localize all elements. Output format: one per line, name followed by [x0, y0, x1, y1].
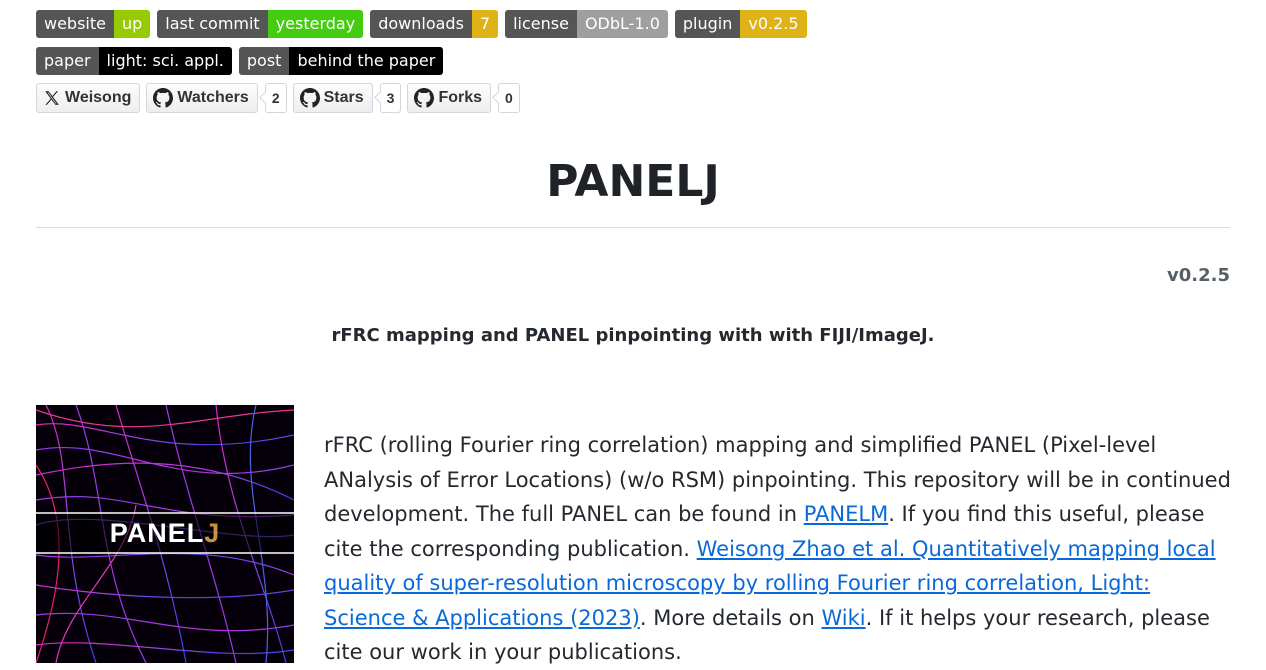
forks-button[interactable]: Forks — [407, 83, 492, 113]
page-title: PANELJ — [546, 156, 720, 207]
badge-label: website — [36, 10, 114, 38]
page-subtitle: rFRC mapping and PANEL pinpointing with … — [331, 325, 935, 346]
badge-label: last commit — [157, 10, 268, 38]
forks-widget: Forks 0 — [407, 83, 520, 113]
github-icon — [153, 88, 174, 108]
twitter-label: Weisong — [65, 89, 132, 106]
badge-last-commit[interactable]: last commit yesterday — [157, 10, 364, 38]
badge-row-status: website up last commit yesterday downloa… — [36, 10, 814, 38]
twitter-follow-button[interactable]: Weisong — [36, 83, 141, 113]
badge-label: plugin — [674, 10, 741, 38]
badge-post[interactable]: post behind the paper — [238, 47, 444, 75]
stars-widget: Stars 3 — [292, 83, 402, 113]
watchers-label: Watchers — [177, 89, 249, 106]
watchers-button[interactable]: Watchers — [146, 83, 258, 113]
stars-label: Stars — [323, 89, 364, 106]
twitter-follow: Weisong — [36, 83, 141, 113]
panelj-logo: PANEL J — [36, 405, 294, 663]
badge-label: license — [505, 10, 577, 38]
badge-value: behind the paper — [289, 47, 444, 75]
badge-value: light: sci. appl. — [98, 47, 232, 75]
badge-website[interactable]: website up — [36, 10, 151, 38]
x-icon — [45, 91, 59, 105]
social-buttons: Weisong Watchers 2 Stars 3 Forks 0 — [36, 83, 526, 113]
badge-value: up — [113, 10, 151, 38]
badge-label: paper — [36, 47, 99, 75]
panelm-link[interactable]: PANELM — [804, 502, 888, 526]
badge-label: post — [238, 47, 290, 75]
badge-paper[interactable]: paper light: sci. appl. — [36, 47, 232, 75]
badge-value: yesterday — [267, 10, 364, 38]
logo-text: PANEL J — [36, 513, 294, 553]
title-divider — [36, 227, 1230, 228]
forks-count[interactable]: 0 — [498, 83, 520, 113]
version-label: v0.2.5 — [1167, 265, 1230, 286]
badge-plugin[interactable]: plugin v0.2.5 — [674, 10, 807, 38]
badge-license[interactable]: license ODbL-1.0 — [505, 10, 668, 38]
watchers-count[interactable]: 2 — [264, 83, 287, 113]
description-text: . More details on — [639, 605, 822, 630]
badge-row-paper: paper light: sci. appl. post behind the … — [36, 47, 450, 75]
stars-button[interactable]: Stars — [292, 83, 373, 113]
badge-value: v0.2.5 — [740, 10, 807, 38]
watchers-widget: Watchers 2 — [146, 83, 287, 113]
logo-text-main: PANEL — [109, 517, 205, 548]
forks-label: Forks — [438, 89, 483, 106]
badge-label: downloads — [370, 10, 472, 38]
description-paragraph: rFRC (rolling Fourier ring correlation) … — [324, 428, 1236, 670]
badge-value: ODbL-1.0 — [576, 10, 668, 38]
stars-count[interactable]: 3 — [379, 83, 402, 113]
wiki-link[interactable]: Wiki — [821, 606, 865, 630]
badge-downloads[interactable]: downloads 7 — [370, 10, 499, 38]
github-icon — [299, 88, 320, 108]
github-icon — [414, 88, 435, 108]
badge-value: 7 — [471, 10, 499, 38]
logo-text-accent: J — [204, 517, 221, 548]
